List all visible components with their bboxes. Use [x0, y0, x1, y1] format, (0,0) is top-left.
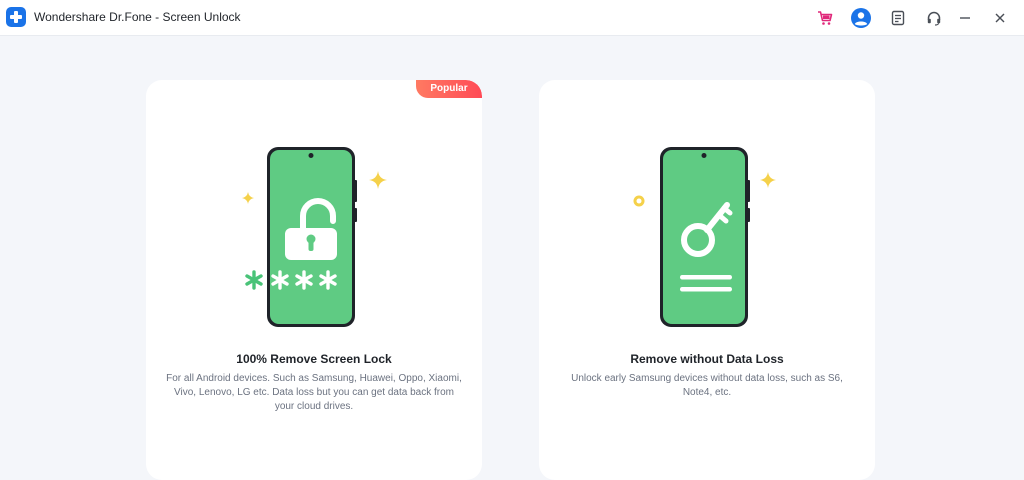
- option-card-remove-without-data-loss[interactable]: Remove without Data Loss Unlock early Sa…: [539, 80, 875, 480]
- sparkle-icon: [760, 172, 776, 188]
- card-title: 100% Remove Screen Lock: [236, 352, 392, 366]
- drfone-plus-icon: [6, 7, 26, 27]
- asterisk-green: [245, 270, 263, 290]
- title-bar: Wondershare Dr.Fone - Screen Unlock: [0, 0, 1024, 36]
- option-card-remove-screen-lock[interactable]: Popular 100% Remove Screen Lock For all …: [146, 80, 482, 480]
- card-title: Remove without Data Loss: [630, 352, 784, 366]
- account-icon[interactable]: [850, 7, 872, 29]
- minimize-icon[interactable]: [954, 7, 976, 29]
- close-icon[interactable]: [989, 7, 1011, 29]
- phone-key-icon: [633, 147, 776, 327]
- card-description: Unlock early Samsung devices without dat…: [571, 373, 843, 398]
- cart-icon[interactable]: [814, 7, 836, 29]
- feedback-icon[interactable]: [887, 7, 909, 29]
- card-description: For all Android devices. Such as Samsung…: [166, 373, 462, 412]
- pin-mask-asterisks: [245, 270, 337, 290]
- window-title: Wondershare Dr.Fone - Screen Unlock: [34, 10, 241, 24]
- support-headset-icon[interactable]: [923, 7, 945, 29]
